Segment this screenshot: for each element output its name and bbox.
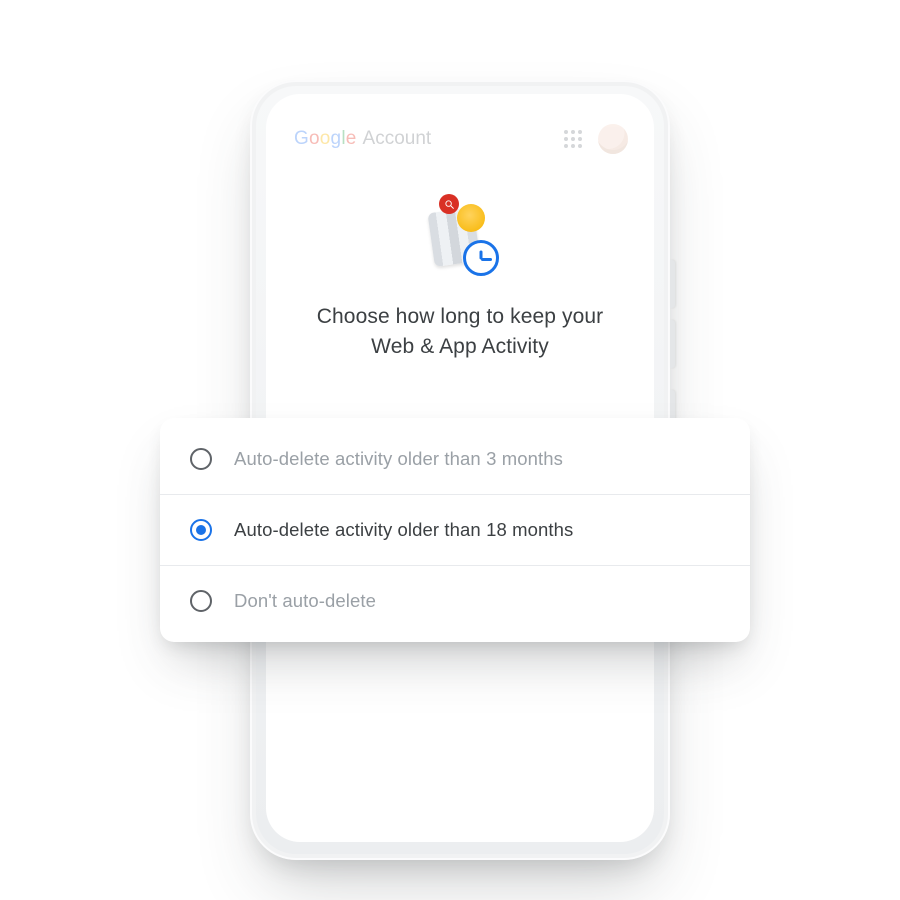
radio-icon (190, 448, 212, 470)
page-title: Choose how long to keep your Web & App A… (302, 302, 618, 363)
auto-delete-option-none[interactable]: Don't auto-delete (160, 565, 750, 636)
user-avatar[interactable] (598, 124, 628, 154)
auto-delete-options-card: Auto-delete activity older than 3 months… (160, 418, 750, 642)
radio-icon (190, 590, 212, 612)
auto-delete-option-3mo[interactable]: Auto-delete activity older than 3 months (160, 424, 750, 494)
volume-down-button[interactable] (670, 320, 675, 368)
auto-delete-option-18mo[interactable]: Auto-delete activity older than 18 month… (160, 494, 750, 565)
hero: Choose how long to keep your Web & App A… (266, 200, 654, 363)
hero-illustration (417, 200, 503, 274)
volume-up-button[interactable] (670, 260, 675, 308)
radio-icon (190, 519, 212, 541)
clock-icon (463, 240, 499, 276)
option-label: Auto-delete activity older than 3 months (234, 448, 563, 470)
header-actions (564, 124, 628, 154)
coin-icon (457, 204, 485, 232)
apps-grid-icon[interactable] (564, 130, 582, 148)
option-label: Don't auto-delete (234, 590, 376, 612)
search-icon (439, 194, 459, 214)
option-label: Auto-delete activity older than 18 month… (234, 519, 573, 541)
app-header: Google Account (266, 94, 654, 164)
google-wordmark: Google (294, 128, 357, 150)
brand: Google Account (294, 128, 431, 150)
stage: Google Account (0, 0, 900, 900)
account-label: Account (363, 128, 432, 150)
